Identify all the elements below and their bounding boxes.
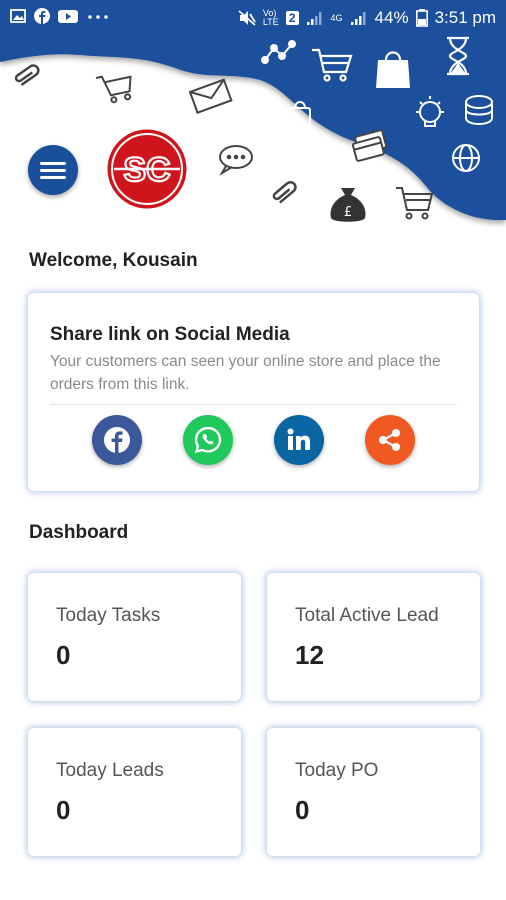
cart-icon — [312, 48, 353, 82]
more-dots-icon — [88, 15, 108, 19]
tile-value: 0 — [56, 640, 71, 670]
signal-icon — [306, 12, 322, 25]
mute-icon — [238, 10, 256, 26]
network-label: Vo) LTE — [262, 8, 279, 27]
facebook-share-button[interactable] — [92, 415, 142, 465]
tile-today-po[interactable]: Today PO 0 — [267, 728, 480, 856]
share-card: Share link on Social Media Your customer… — [28, 293, 479, 491]
share-title: Share link on Social Media — [50, 324, 290, 345]
data-label: 4G — [330, 13, 343, 23]
youtube-icon — [58, 10, 78, 23]
coins-icon — [465, 95, 493, 125]
hourglass-icon — [447, 36, 469, 76]
facebook-icon — [104, 427, 130, 453]
whatsapp-icon — [194, 426, 222, 454]
sim-badge: 2 — [285, 11, 299, 25]
globe-icon — [452, 144, 480, 172]
header-banner: £ — [0, 0, 506, 240]
status-bar-left — [10, 8, 110, 24]
network-icon — [261, 40, 296, 64]
battery-icon — [415, 9, 428, 27]
linkedin-icon — [287, 428, 310, 450]
hamburger-icon — [40, 162, 66, 179]
status-bar: Vo) LTE 2 4G 44% 3:51 pm — [0, 0, 506, 36]
tile-value: 12 — [295, 640, 324, 670]
tile-label: Today Tasks — [56, 605, 161, 626]
tile-today-tasks[interactable]: Today Tasks 0 — [28, 573, 241, 701]
tile-label: Today Leads — [56, 760, 164, 781]
tile-label: Total Active Lead — [295, 605, 439, 626]
divider — [50, 404, 457, 405]
company-logo: SC — [106, 128, 188, 210]
tile-label: Today PO — [295, 760, 379, 781]
lightbulb-icon — [416, 96, 444, 127]
share-icon — [379, 429, 400, 451]
facebook-icon — [34, 8, 50, 24]
whatsapp-share-button[interactable] — [183, 415, 233, 465]
clock: 3:51 pm — [434, 8, 496, 27]
tile-today-leads[interactable]: Today Leads 0 — [28, 728, 241, 856]
share-button[interactable] — [365, 415, 415, 465]
tile-total-active-lead[interactable]: Total Active Lead 12 — [267, 573, 480, 701]
dashboard-title: Dashboard — [29, 522, 129, 543]
welcome-text: Welcome, Kousain — [29, 250, 198, 271]
tile-value: 0 — [56, 795, 71, 825]
signal-icon — [350, 12, 366, 25]
header-blue-decor — [261, 36, 493, 172]
svg-text:SC: SC — [123, 151, 170, 189]
share-description: Your customers can seen your online stor… — [50, 353, 441, 393]
linkedin-share-button[interactable] — [274, 415, 324, 465]
status-bar-right: Vo) LTE 2 4G 44% 3:51 pm — [238, 8, 496, 28]
battery-percent: 44% — [374, 8, 409, 27]
bag-icon — [289, 101, 311, 129]
menu-button[interactable] — [28, 145, 78, 195]
tile-value: 0 — [295, 795, 310, 825]
shopping-bag-icon — [376, 51, 410, 88]
image-icon — [10, 9, 26, 23]
